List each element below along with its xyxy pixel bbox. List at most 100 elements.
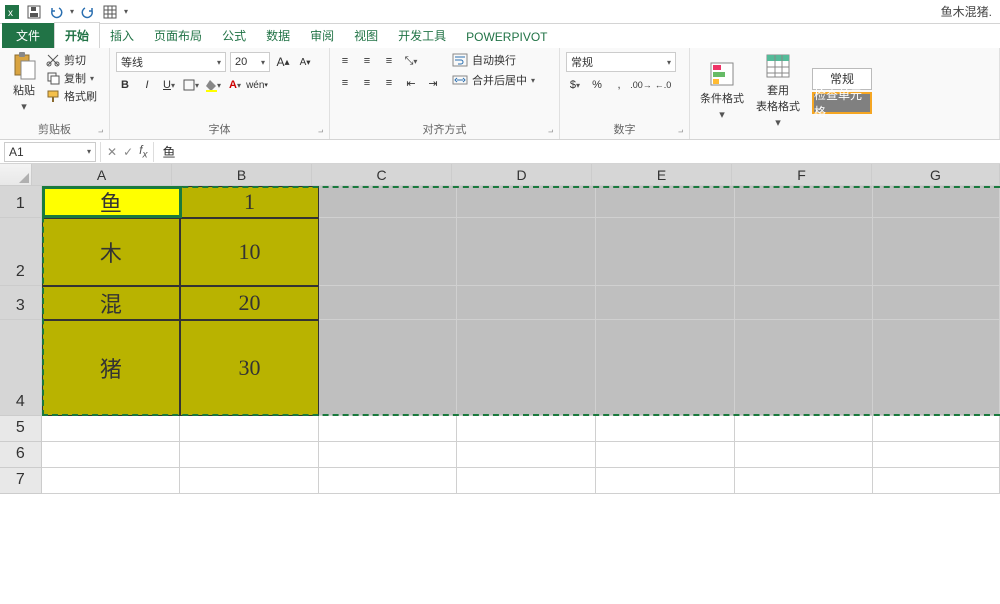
decrease-font-icon[interactable]: A▾ xyxy=(296,53,314,71)
row-header[interactable]: 1 xyxy=(0,186,42,218)
table-icon[interactable] xyxy=(102,4,118,20)
merge-center-button[interactable]: 合并后居中▾ xyxy=(452,72,535,88)
conditional-format-button[interactable]: 条件格式▾ xyxy=(696,58,748,123)
number-format-select[interactable]: 常规▾ xyxy=(566,52,676,72)
cell[interactable] xyxy=(735,186,874,218)
cell[interactable] xyxy=(873,468,1000,494)
cell[interactable] xyxy=(596,442,735,468)
cell[interactable] xyxy=(596,468,735,494)
cell[interactable] xyxy=(319,416,458,442)
cell[interactable] xyxy=(42,442,181,468)
cell[interactable] xyxy=(457,416,596,442)
cell[interactable] xyxy=(873,186,1000,218)
wrap-text-button[interactable]: 自动换行 xyxy=(452,52,535,68)
cell[interactable] xyxy=(319,320,458,416)
column-header[interactable]: B xyxy=(172,164,312,186)
format-table-button[interactable]: 套用 表格格式▾ xyxy=(752,50,804,131)
row-header[interactable]: 6 xyxy=(0,442,42,468)
redo-icon[interactable] xyxy=(80,4,96,20)
italic-button[interactable]: I xyxy=(138,76,156,94)
column-header[interactable]: F xyxy=(732,164,872,186)
tab-file[interactable]: 文件 xyxy=(2,23,54,48)
cell[interactable] xyxy=(735,286,874,320)
qat-customize[interactable]: ▾ xyxy=(124,7,128,16)
undo-dropdown[interactable]: ▾ xyxy=(70,7,74,16)
font-name-select[interactable]: 等线▾ xyxy=(116,52,226,72)
cell[interactable] xyxy=(735,442,874,468)
align-center-icon[interactable]: ≡ xyxy=(358,74,376,92)
paste-button[interactable]: 粘贴 ▾ xyxy=(6,50,42,115)
cell[interactable] xyxy=(735,468,874,494)
cell[interactable] xyxy=(319,286,458,320)
cell[interactable]: 混 xyxy=(42,286,181,320)
align-middle-icon[interactable]: ≡ xyxy=(358,52,376,70)
column-header[interactable]: E xyxy=(592,164,732,186)
font-size-select[interactable]: 20▾ xyxy=(230,52,270,72)
cell[interactable] xyxy=(596,218,735,286)
comma-icon[interactable]: , xyxy=(610,76,628,94)
enter-icon[interactable]: ✓ xyxy=(123,145,133,159)
format-painter-button[interactable]: 格式刷 xyxy=(46,88,97,104)
font-color-button[interactable]: A▾ xyxy=(226,76,244,94)
phonetic-button[interactable]: wén▾ xyxy=(248,76,266,94)
cell[interactable] xyxy=(596,186,735,218)
orientation-icon[interactable]: ⤡▾ xyxy=(402,52,420,70)
undo-icon[interactable] xyxy=(48,4,64,20)
cell[interactable] xyxy=(457,218,596,286)
column-header[interactable]: G xyxy=(872,164,1000,186)
decrease-decimal-icon[interactable]: ←.0 xyxy=(654,76,672,94)
cell[interactable] xyxy=(873,416,1000,442)
column-header[interactable]: A xyxy=(32,164,172,186)
align-bottom-icon[interactable]: ≡ xyxy=(380,52,398,70)
cell[interactable]: 20 xyxy=(180,286,319,320)
column-header[interactable]: D xyxy=(452,164,592,186)
cell[interactable] xyxy=(596,416,735,442)
select-all-corner[interactable] xyxy=(0,164,32,186)
cell[interactable] xyxy=(319,218,458,286)
tab-powerpivot[interactable]: POWERPIVOT xyxy=(456,26,557,48)
cell[interactable] xyxy=(457,320,596,416)
row-header[interactable]: 2 xyxy=(0,218,42,286)
cell[interactable] xyxy=(319,186,458,218)
cell[interactable] xyxy=(457,186,596,218)
fill-color-button[interactable]: ▾ xyxy=(204,76,222,94)
row-header[interactable]: 3 xyxy=(0,286,42,320)
column-header[interactable]: C xyxy=(312,164,452,186)
tab-developer[interactable]: 开发工具 xyxy=(388,23,456,48)
save-icon[interactable] xyxy=(26,4,42,20)
cell-style-check[interactable]: 检查单元格 xyxy=(812,92,872,114)
decrease-indent-icon[interactable]: ⇤ xyxy=(402,74,420,92)
cell[interactable] xyxy=(180,416,319,442)
cut-button[interactable]: 剪切 xyxy=(46,52,97,68)
tab-review[interactable]: 审阅 xyxy=(300,23,344,48)
tab-page-layout[interactable]: 页面布局 xyxy=(144,23,212,48)
cell[interactable] xyxy=(457,286,596,320)
cell[interactable] xyxy=(319,442,458,468)
cell[interactable]: 1 xyxy=(180,186,319,218)
name-box[interactable]: A1▾ xyxy=(4,142,96,162)
cell[interactable] xyxy=(873,320,1000,416)
cell[interactable] xyxy=(873,286,1000,320)
increase-decimal-icon[interactable]: .00→ xyxy=(632,76,650,94)
underline-button[interactable]: U▾ xyxy=(160,76,178,94)
cell[interactable] xyxy=(180,442,319,468)
tab-view[interactable]: 视图 xyxy=(344,23,388,48)
align-right-icon[interactable]: ≡ xyxy=(380,74,398,92)
row-header[interactable]: 7 xyxy=(0,468,42,494)
align-left-icon[interactable]: ≡ xyxy=(336,74,354,92)
bold-button[interactable]: B xyxy=(116,76,134,94)
tab-formulas[interactable]: 公式 xyxy=(212,23,256,48)
copy-button[interactable]: 复制▾ xyxy=(46,70,97,86)
cell[interactable] xyxy=(596,286,735,320)
cell[interactable]: 木 xyxy=(42,218,181,286)
increase-font-icon[interactable]: A▴ xyxy=(274,53,292,71)
cell[interactable] xyxy=(42,468,181,494)
cell[interactable]: 10 xyxy=(180,218,319,286)
cell[interactable] xyxy=(596,320,735,416)
row-header[interactable]: 4 xyxy=(0,320,42,416)
cell[interactable] xyxy=(873,442,1000,468)
cell[interactable] xyxy=(735,320,874,416)
fx-icon[interactable]: fx xyxy=(139,143,147,160)
cell[interactable] xyxy=(873,218,1000,286)
increase-indent-icon[interactable]: ⇥ xyxy=(424,74,442,92)
